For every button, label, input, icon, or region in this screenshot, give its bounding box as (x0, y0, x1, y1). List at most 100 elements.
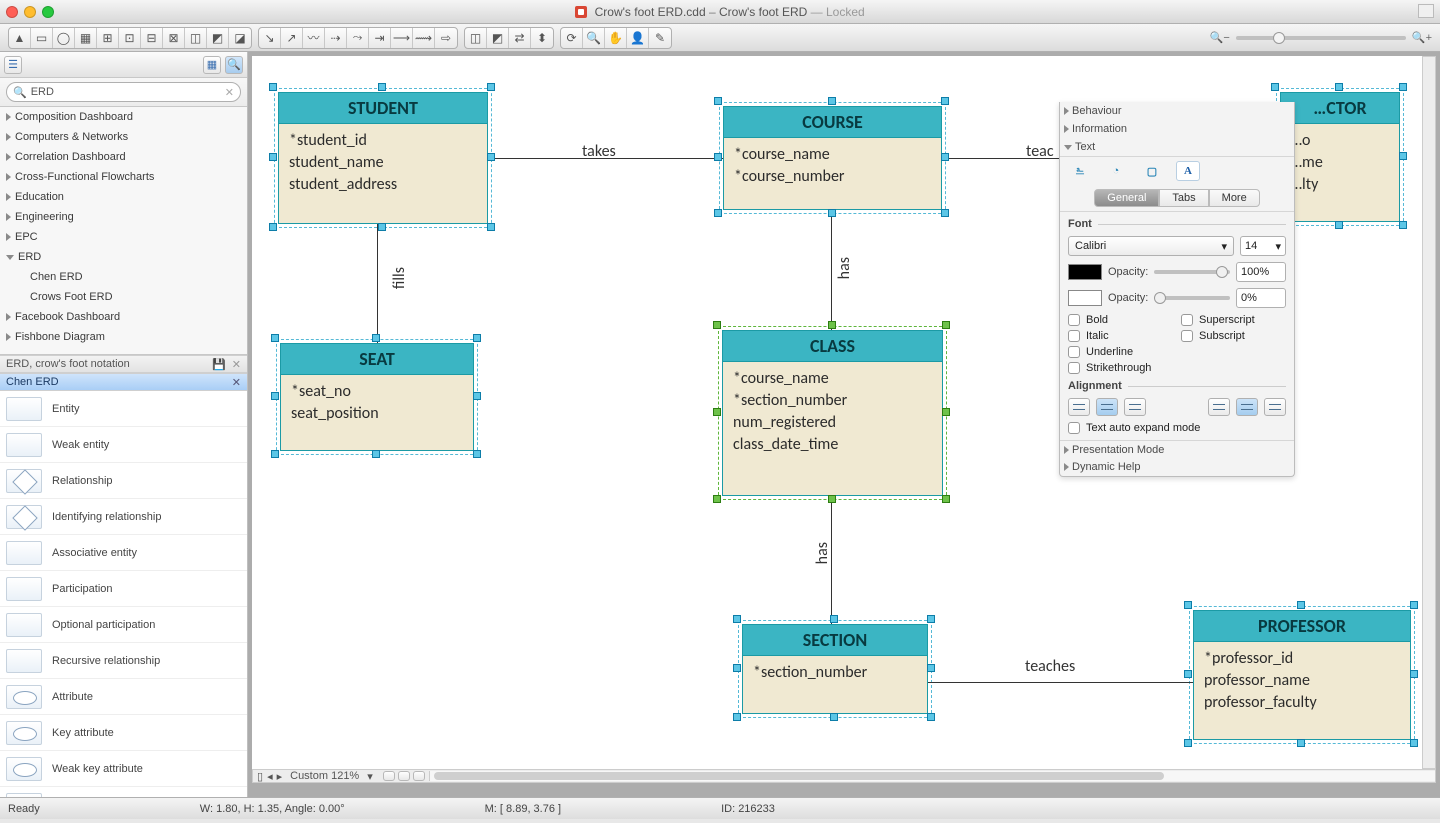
box-style-icon[interactable]: ▢ (1140, 161, 1164, 181)
tree-item[interactable]: Correlation Dashboard (0, 147, 247, 167)
toolbar-button[interactable]: ✎ (649, 28, 671, 48)
erd-entity-professor[interactable]: PROFESSOR*professor_id professor_name pr… (1193, 610, 1411, 740)
selection-handle[interactable] (941, 153, 949, 161)
style-checkbox[interactable] (1068, 346, 1080, 358)
inspector-section-behaviour[interactable]: Behaviour (1060, 102, 1294, 120)
toolbar-button[interactable]: 🔍 (583, 28, 605, 48)
selection-handle[interactable] (1410, 739, 1418, 747)
selection-handle[interactable] (1184, 739, 1192, 747)
toolbar-button[interactable]: 👤 (627, 28, 649, 48)
selection-handle[interactable] (378, 83, 386, 91)
tree-item[interactable]: Computers & Networks (0, 127, 247, 147)
library-tree[interactable]: Composition DashboardComputers & Network… (0, 107, 247, 355)
selection-handle[interactable] (714, 209, 722, 217)
selection-handle[interactable] (1335, 221, 1343, 229)
stencil-item[interactable]: Identifying relationship (0, 499, 247, 535)
inspector-dynamic-help[interactable]: Dynamic Help (1060, 458, 1294, 476)
style-checkbox[interactable] (1181, 314, 1193, 326)
font-style-icon[interactable]: A (1176, 161, 1200, 181)
stencil-list[interactable]: EntityWeak entityRelationshipIdentifying… (0, 391, 247, 797)
inspector-section-text[interactable]: Text (1060, 138, 1294, 156)
page-thumb[interactable] (398, 771, 410, 781)
toolbar-button[interactable]: ◩ (487, 28, 509, 48)
selection-handle[interactable] (713, 495, 721, 503)
selection-handle[interactable] (828, 321, 836, 329)
toolbar-button[interactable]: ⊠ (163, 28, 185, 48)
toolbar-button[interactable]: ⟳ (561, 28, 583, 48)
toolbar-button[interactable]: ✋ (605, 28, 627, 48)
style-checkbox[interactable] (1068, 314, 1080, 326)
stencil-item[interactable]: Recursive relationship (0, 643, 247, 679)
selection-handle[interactable] (1184, 601, 1192, 609)
tree-item[interactable]: Fishbone Diagram (0, 327, 247, 347)
text-opacity-slider[interactable] (1154, 270, 1230, 274)
stencil-item[interactable]: Participation (0, 571, 247, 607)
tree-item[interactable]: Facebook Dashboard (0, 307, 247, 327)
stencil-item[interactable]: Weak entity (0, 427, 247, 463)
zoom-slider[interactable] (1236, 36, 1406, 40)
relationship-label[interactable]: teaches (1025, 657, 1075, 676)
selection-handle[interactable] (487, 83, 495, 91)
selection-handle[interactable] (269, 153, 277, 161)
selection-handle[interactable] (942, 495, 950, 503)
erd-entity-instructor[interactable]: …CTOR…o …me …lty (1280, 92, 1400, 222)
selection-handle[interactable] (271, 334, 279, 342)
toolbar-button[interactable]: ↘ (259, 28, 281, 48)
subtab-tabs[interactable]: Tabs (1159, 189, 1208, 207)
stencil-item[interactable]: Associative entity (0, 535, 247, 571)
selection-handle[interactable] (828, 97, 836, 105)
fullscreen-button[interactable] (1418, 4, 1434, 18)
selection-handle[interactable] (927, 664, 935, 672)
selection-handle[interactable] (830, 615, 838, 623)
h-scroll-thumb[interactable] (434, 772, 1164, 780)
toolbar-button[interactable]: ⇨ (435, 28, 457, 48)
valign-bottom-button[interactable] (1264, 398, 1286, 416)
close-stencil-icon[interactable]: ✕ (232, 358, 241, 371)
horizontal-scrollbar[interactable]: ▯ ◂ ▸ Custom 121% ▾ (252, 769, 1436, 783)
stencil-item[interactable]: Derived attribute (0, 787, 247, 797)
relationship-label[interactable]: fills (390, 267, 409, 289)
relationship-label[interactable]: has (835, 257, 854, 279)
relationship-connector[interactable] (488, 158, 723, 159)
toolbar-button[interactable]: ⊟ (141, 28, 163, 48)
selection-handle[interactable] (372, 334, 380, 342)
style-checkbox[interactable] (1068, 362, 1080, 374)
relationship-connector[interactable] (377, 224, 378, 343)
toolbar-button[interactable]: ⇢ (325, 28, 347, 48)
toolbar-button[interactable]: ◪ (229, 28, 251, 48)
toolbar-button[interactable]: ◩ (207, 28, 229, 48)
selection-handle[interactable] (828, 209, 836, 217)
selection-handle[interactable] (473, 392, 481, 400)
stencil-item[interactable]: Key attribute (0, 715, 247, 751)
style-checkbox[interactable] (1181, 330, 1193, 342)
selection-handle[interactable] (271, 450, 279, 458)
library-search-input[interactable]: 🔍 ERD ✕ (6, 82, 241, 102)
erd-entity-class[interactable]: CLASS*course_name *section_number num_re… (722, 330, 943, 496)
library-search-button[interactable]: 🔍 (225, 56, 243, 74)
selection-handle[interactable] (927, 615, 935, 623)
toolbar-button[interactable]: 〰 (303, 28, 325, 48)
text-opacity-value[interactable]: 100% (1236, 262, 1286, 282)
stencil-item[interactable]: Entity (0, 391, 247, 427)
zoom-menu-button[interactable]: ▾ (367, 770, 373, 783)
font-size-select[interactable]: 14▾ (1240, 236, 1286, 256)
selection-handle[interactable] (828, 495, 836, 503)
page-thumb[interactable] (383, 771, 395, 781)
selection-handle[interactable] (1399, 83, 1407, 91)
tree-item[interactable]: Crows Foot ERD (0, 287, 247, 307)
erd-entity-course[interactable]: COURSE*course_name *course_number (723, 106, 942, 210)
tree-item[interactable]: Chen ERD (0, 267, 247, 287)
selection-handle[interactable] (942, 408, 950, 416)
bg-opacity-value[interactable]: 0% (1236, 288, 1286, 308)
close-stencil-icon[interactable]: ✕ (232, 376, 241, 389)
erd-entity-seat[interactable]: SEAT*seat_no seat_position (280, 343, 474, 451)
relationship-connector[interactable] (928, 682, 1193, 683)
tree-item[interactable]: Cross-Functional Flowcharts (0, 167, 247, 187)
selection-handle[interactable] (714, 97, 722, 105)
toolbar-button[interactable]: ⟶ (391, 28, 413, 48)
vertical-scrollbar[interactable] (1422, 56, 1436, 769)
tree-item[interactable]: EPC (0, 227, 247, 247)
selection-handle[interactable] (1399, 152, 1407, 160)
selection-handle[interactable] (473, 334, 481, 342)
selection-handle[interactable] (941, 209, 949, 217)
